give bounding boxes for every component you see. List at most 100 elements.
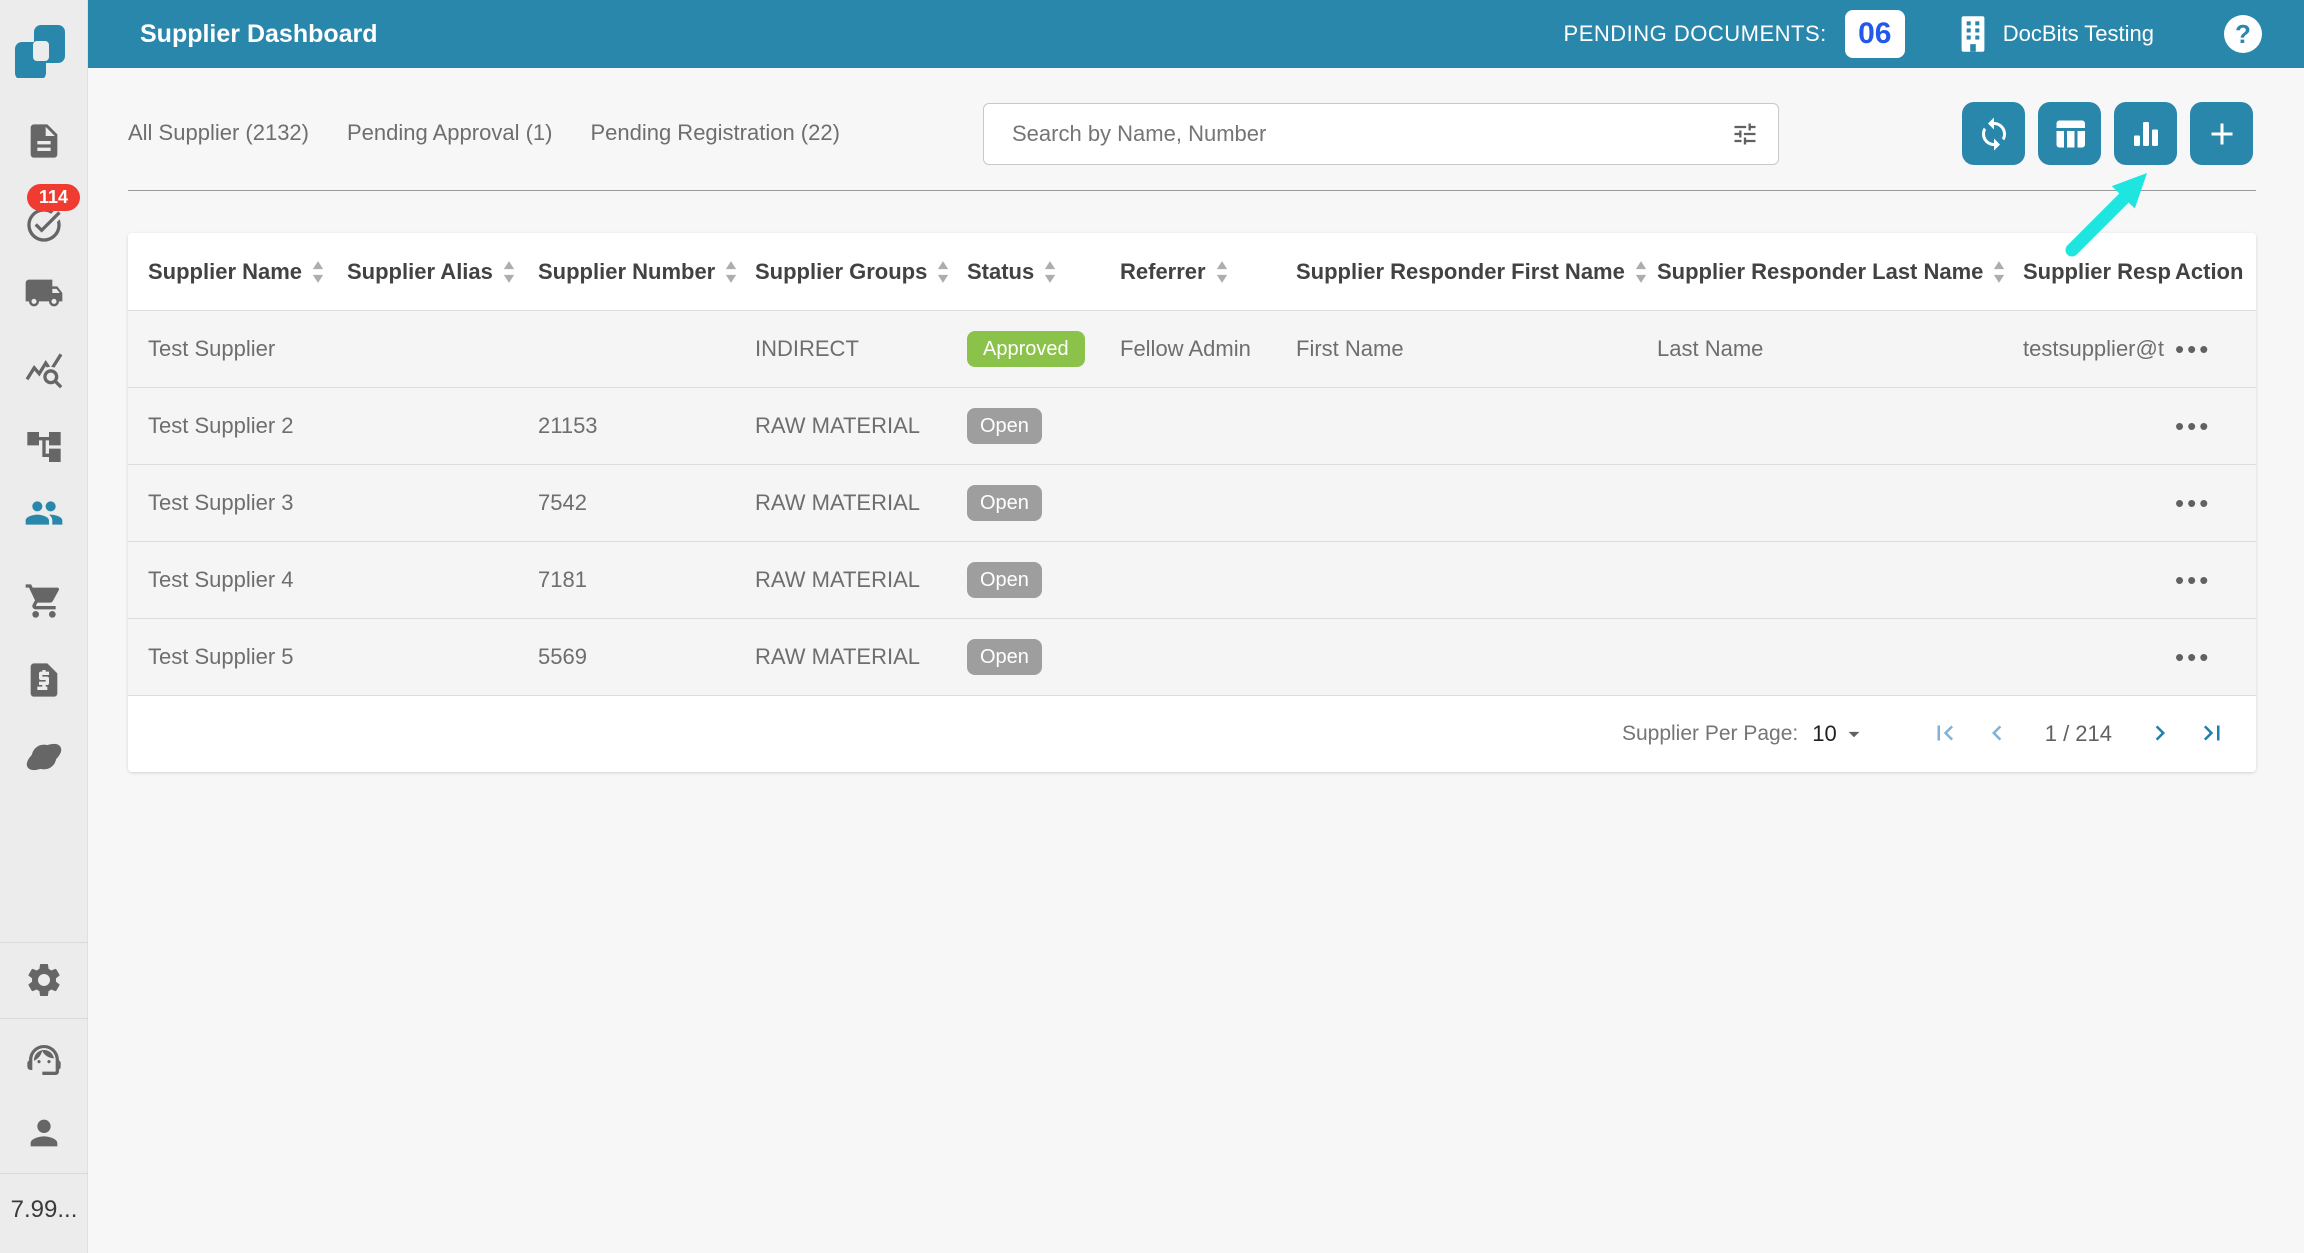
previous-page-button[interactable] [1980,717,2014,751]
column-header-alias[interactable]: Supplier Alias [347,259,538,285]
column-header-name[interactable]: Supplier Name [148,259,347,285]
sidebar-item-settings[interactable] [24,960,64,1000]
column-header-responder-last-name[interactable]: Supplier Responder Last Name [1657,259,2023,285]
row-action-menu-button[interactable]: ••• [2175,330,2211,368]
supplier-tabs: All Supplier (2132) Pending Approval (1)… [128,120,840,146]
company-name[interactable]: DocBits Testing [2003,21,2154,47]
cell-responder-email: testsupplier@t [2023,336,2164,361]
cell-groups: RAW MATERIAL [755,413,921,438]
table-row: Test Supplier 3 7542 RAW MATERIAL Open ••• [128,464,2256,541]
sidebar-item-invoices[interactable] [24,660,64,700]
sidebar-item-integrations[interactable] [24,737,64,777]
toolbar [1962,102,2253,165]
document-icon [30,124,58,158]
sort-icon [503,260,515,283]
cell-status: Open [967,485,1120,521]
filter-tune-icon[interactable] [1731,120,1759,148]
column-header-label: Supplier Responder Last Name [1657,258,1984,284]
per-page-label: Supplier Per Page: [1621,722,1799,745]
sort-icon [312,260,324,283]
cell-action: ••• [2175,561,2255,599]
next-page-button[interactable] [2143,717,2177,751]
add-supplier-button[interactable] [2190,102,2253,165]
column-header-groups[interactable]: Supplier Groups [755,259,967,285]
cell-groups: RAW MATERIAL [755,567,921,592]
first-page-icon [1937,725,1953,740]
first-page-button[interactable] [1928,717,1962,751]
row-action-menu-button[interactable]: ••• [2175,638,2211,676]
sidebar-item-analytics[interactable] [24,350,64,390]
help-button[interactable]: ? [2224,15,2262,53]
column-header-label: Status [967,258,1035,284]
sort-icon [1216,260,1227,283]
row-action-menu-button[interactable]: ••• [2175,561,2211,599]
column-header-referrer[interactable]: Referrer [1120,259,1296,285]
column-header-status[interactable]: Status [967,259,1120,285]
tab-pending-registration[interactable]: Pending Registration (22) [590,120,839,146]
table-body: Test Supplier INDIRECT Approved Fellow Admi… [128,310,2256,695]
check-circle-icon [27,208,61,242]
sidebar-item-purchasing[interactable] [24,581,64,621]
sidebar-item-profile[interactable] [24,1113,64,1153]
table-row: Test Supplier INDIRECT Approved Fellow Admi… [128,310,2256,387]
plus-icon [2211,123,2232,144]
bar-chart-button[interactable] [2114,102,2177,165]
refresh-icon [1981,117,2006,150]
status-badge: Open [967,408,1042,444]
row-action-menu-button[interactable]: ••• [2175,407,2211,445]
cell-groups: RAW MATERIAL [755,490,921,515]
cell-number: 7542 [538,490,587,515]
sidebar-divider [0,1173,88,1174]
sidebar-item-suppliers[interactable] [24,493,64,533]
cell-status: Approved [967,331,1120,367]
sort-icon [1994,260,2005,283]
column-header-label: Supplier Alias [347,258,493,284]
last-page-button[interactable] [2195,717,2229,751]
sidebar-item-documents[interactable] [24,121,64,161]
refresh-button[interactable] [1962,102,2025,165]
last-page-icon [2203,725,2220,740]
per-page-value[interactable]: 10 [1812,721,1836,747]
cell-status: Open [967,639,1120,675]
sidebar-item-support[interactable] [24,1040,64,1080]
orbit-icon [26,743,62,771]
truck-icon [25,279,63,307]
cell-number: 5569 [538,644,587,669]
sort-icon [1045,260,1056,283]
cell-action: ••• [2175,638,2255,676]
gear-icon [28,964,60,996]
sidebar-item-approvals[interactable] [24,205,64,245]
cell-responder-last-name: Last Name [1657,336,1764,361]
chart-search-icon [25,353,63,389]
tab-all-supplier[interactable]: All Supplier (2132) [128,120,309,146]
table-row: Test Supplier 5 5569 RAW MATERIAL Open ••• [128,618,2256,695]
table-view-button[interactable] [2038,102,2101,165]
row-action-menu-button[interactable]: ••• [2175,484,2211,522]
column-header-label: Supplier Groups [755,258,928,284]
pending-documents-count-badge[interactable]: 06 [1844,10,1905,58]
page-title: Supplier Dashboard [140,19,378,48]
sort-icon [938,260,949,283]
cell-name: Test Supplier 5 [148,644,294,669]
column-header-number[interactable]: Supplier Number [538,259,755,285]
column-header-label: Supplier Name [148,258,303,284]
page-indicator: 1 / 214 [2044,721,2112,746]
cell-groups: RAW MATERIAL [755,644,921,669]
bar-chart-icon [2133,121,2158,146]
table-footer: Supplier Per Page: 10 1 / 214 [128,695,2256,772]
cell-name: Test Supplier 4 [148,567,294,592]
building-icon [1961,16,1985,52]
pending-documents-label: PENDING DOCUMENTS: [1563,21,1827,46]
supplier-dashboard-screen: 114 7.99... Supplier Dashboard PENDING D… [0,0,2304,1253]
per-page-dropdown-icon[interactable] [1841,721,1867,747]
sidebar-item-shipments[interactable] [24,273,64,313]
cart-icon [25,584,60,618]
status-badge: Open [967,562,1042,598]
tab-pending-approval[interactable]: Pending Approval (1) [347,120,552,146]
cell-status: Open [967,408,1120,444]
sidebar-item-workflow[interactable] [24,427,64,467]
column-header-action: Action [2175,259,2255,285]
headset-icon [27,1045,61,1075]
column-header-responder-first-name[interactable]: Supplier Responder First Name [1296,259,1657,285]
search-input[interactable] [983,103,1779,165]
